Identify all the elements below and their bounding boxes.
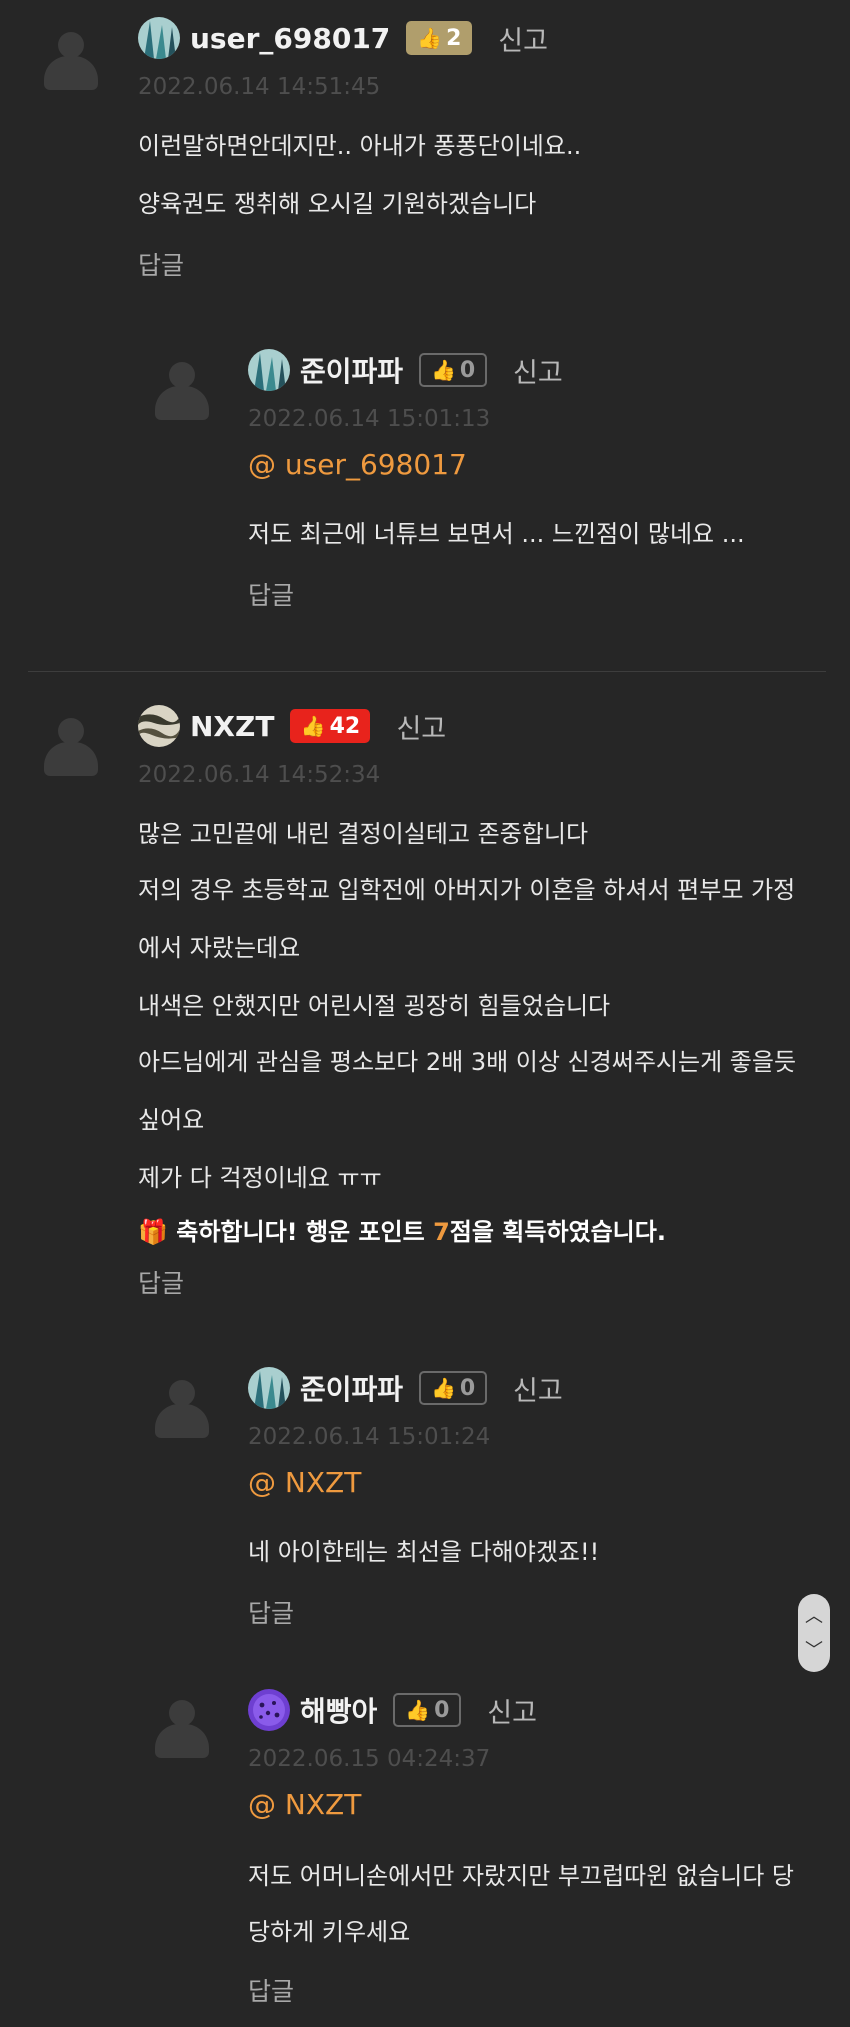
- like-count: 0: [459, 357, 476, 383]
- like-count: 0: [459, 1375, 476, 1401]
- like-button[interactable]: 👍 42: [290, 709, 371, 743]
- like-button[interactable]: 👍 2: [406, 21, 473, 55]
- default-avatar-icon: [44, 32, 98, 90]
- comment-text-line: 에서 자랐는데요: [138, 934, 301, 962]
- timestamp: 2022.06.14 14:51:45: [138, 74, 381, 100]
- comment-text-line: 당하게 키우세요: [248, 1918, 411, 1946]
- comment-text-line: 많은 고민끝에 내린 결정이실테고 존중합니다: [138, 820, 589, 848]
- thumbs-up-icon: 👍: [430, 358, 456, 382]
- avatar[interactable]: [138, 17, 180, 59]
- like-button[interactable]: 👍 0: [419, 1371, 488, 1405]
- lucky-points: 7: [433, 1218, 450, 1246]
- chevron-down-icon[interactable]: ﹀: [798, 1636, 830, 1662]
- mention[interactable]: @ NXZT: [248, 1466, 361, 1499]
- default-avatar-icon: [155, 362, 209, 420]
- username[interactable]: NXZT: [190, 710, 274, 743]
- like-count: 42: [329, 713, 361, 739]
- comment-text-line: 아드님에게 관심을 평소보다 2배 3배 이상 신경써주시는게 좋을듯: [138, 1048, 797, 1076]
- comment-header: 준이파파 👍 0 신고: [248, 348, 563, 392]
- comment-text-line: 저도 어머니손에서만 자랐지만 부끄럽따윈 없습니다 당: [248, 1862, 794, 1890]
- avatar[interactable]: [248, 1689, 290, 1731]
- thumbs-up-icon: 👍: [300, 714, 326, 738]
- avatar[interactable]: [248, 1367, 290, 1409]
- reply-button[interactable]: 답글: [138, 246, 184, 282]
- scroll-control[interactable]: ︿ ﹀: [798, 1594, 830, 1672]
- username[interactable]: user_698017: [190, 22, 390, 55]
- username[interactable]: 준이파파: [300, 350, 403, 390]
- lucky-point-notice: 🎁 축하합니다! 행운 포인트 7점을 획득하였습니다.: [138, 1218, 666, 1246]
- comment-header: user_698017 👍 2 신고: [138, 16, 548, 60]
- comment-header: 준이파파 👍 0 신고: [248, 1366, 563, 1410]
- mention[interactable]: @ user_698017: [248, 448, 467, 481]
- timestamp: 2022.06.14 14:52:34: [138, 762, 381, 788]
- comment-text-line: 저의 경우 초등학교 입학전에 아버지가 이혼을 하셔서 편부모 가정: [138, 876, 796, 904]
- divider: [28, 671, 826, 672]
- gift-icon: 🎁: [138, 1218, 168, 1246]
- timestamp: 2022.06.15 04:24:37: [248, 1746, 491, 1772]
- username[interactable]: 준이파파: [300, 1368, 403, 1408]
- report-button[interactable]: 신고: [487, 1691, 537, 1730]
- thumbs-up-icon: 👍: [405, 1698, 431, 1722]
- mention[interactable]: @ NXZT: [248, 1788, 361, 1821]
- report-button[interactable]: 신고: [498, 19, 548, 58]
- like-button[interactable]: 👍 0: [419, 353, 488, 387]
- avatar[interactable]: [248, 349, 290, 391]
- comment-text-line: 양육권도 쟁취해 오시길 기원하겠습니다: [138, 190, 537, 218]
- chevron-up-icon[interactable]: ︿: [798, 1602, 830, 1628]
- comment-text-line: 저도 최근에 너튜브 보면서 ... 느낀점이 많네요 ...: [248, 520, 745, 548]
- like-count: 0: [434, 1697, 450, 1723]
- timestamp: 2022.06.14 15:01:24: [248, 1424, 491, 1450]
- default-avatar-icon: [155, 1380, 209, 1438]
- comment-text-line: 제가 다 걱정이네요 ㅠㅠ: [138, 1164, 382, 1192]
- report-button[interactable]: 신고: [513, 351, 563, 390]
- reply-button[interactable]: 답글: [248, 1972, 294, 2008]
- comment-text-line: 이런말하면안데지만.. 아내가 퐁퐁단이네요..: [138, 132, 582, 160]
- reply-button[interactable]: 답글: [138, 1264, 184, 1300]
- timestamp: 2022.06.14 15:01:13: [248, 406, 491, 432]
- default-avatar-icon: [155, 1700, 209, 1758]
- comment-header: 해빵아 👍 0 신고: [248, 1688, 537, 1732]
- reply-button[interactable]: 답글: [248, 1594, 294, 1630]
- thumbs-up-icon: 👍: [417, 26, 443, 50]
- thumbs-up-icon: 👍: [430, 1376, 456, 1400]
- report-button[interactable]: 신고: [396, 707, 446, 746]
- comment-text-line: 내색은 안했지만 어린시절 굉장히 힘들었습니다: [138, 992, 611, 1020]
- reply-button[interactable]: 답글: [248, 576, 294, 612]
- avatar[interactable]: [138, 705, 180, 747]
- comment-text-line: 싶어요: [138, 1106, 205, 1134]
- default-avatar-icon: [44, 718, 98, 776]
- username[interactable]: 해빵아: [300, 1690, 377, 1730]
- like-button[interactable]: 👍 0: [393, 1693, 462, 1727]
- report-button[interactable]: 신고: [513, 1369, 563, 1408]
- like-count: 2: [446, 25, 462, 51]
- comment-header: NXZT 👍 42 신고: [138, 704, 446, 748]
- comment-text-line: 네 아이한테는 최선을 다해야겠죠!!: [248, 1538, 600, 1566]
